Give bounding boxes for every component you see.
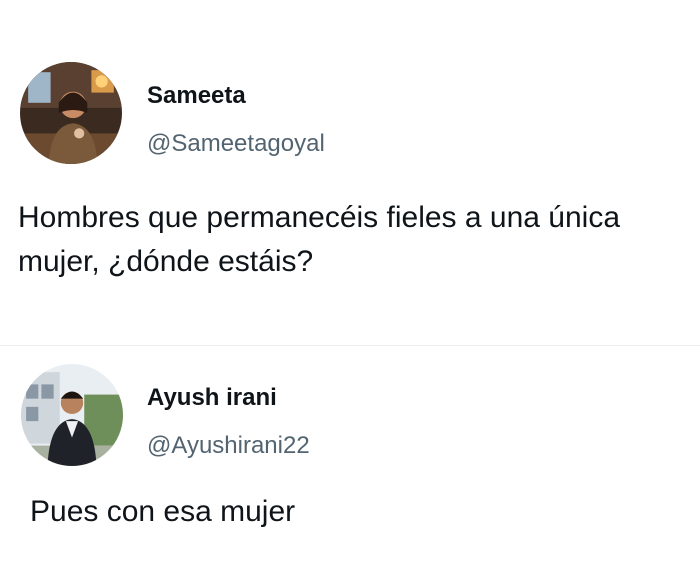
avatar-sameeta[interactable] xyxy=(20,62,122,164)
tweet-text: Pues con esa mujer xyxy=(30,495,296,528)
tweet-original: Sameeta @Sameetagoyal Hombres que perman… xyxy=(0,0,700,300)
user-handle[interactable]: @Sameetagoyal xyxy=(147,130,325,158)
user-handle[interactable]: @Ayushirani22 xyxy=(147,432,310,460)
tweet-text: Hombres que permanecéis fieles a una úni… xyxy=(18,201,621,278)
display-name[interactable]: Ayush irani xyxy=(147,384,277,412)
avatar-ayush[interactable] xyxy=(21,364,123,466)
display-name[interactable]: Sameeta xyxy=(147,82,246,110)
tweet-reply: Ayush irani @Ayushirani22 Pues con esa m… xyxy=(0,345,700,576)
user-avatar-photo-icon xyxy=(20,62,122,164)
user-avatar-photo-icon xyxy=(21,364,123,466)
